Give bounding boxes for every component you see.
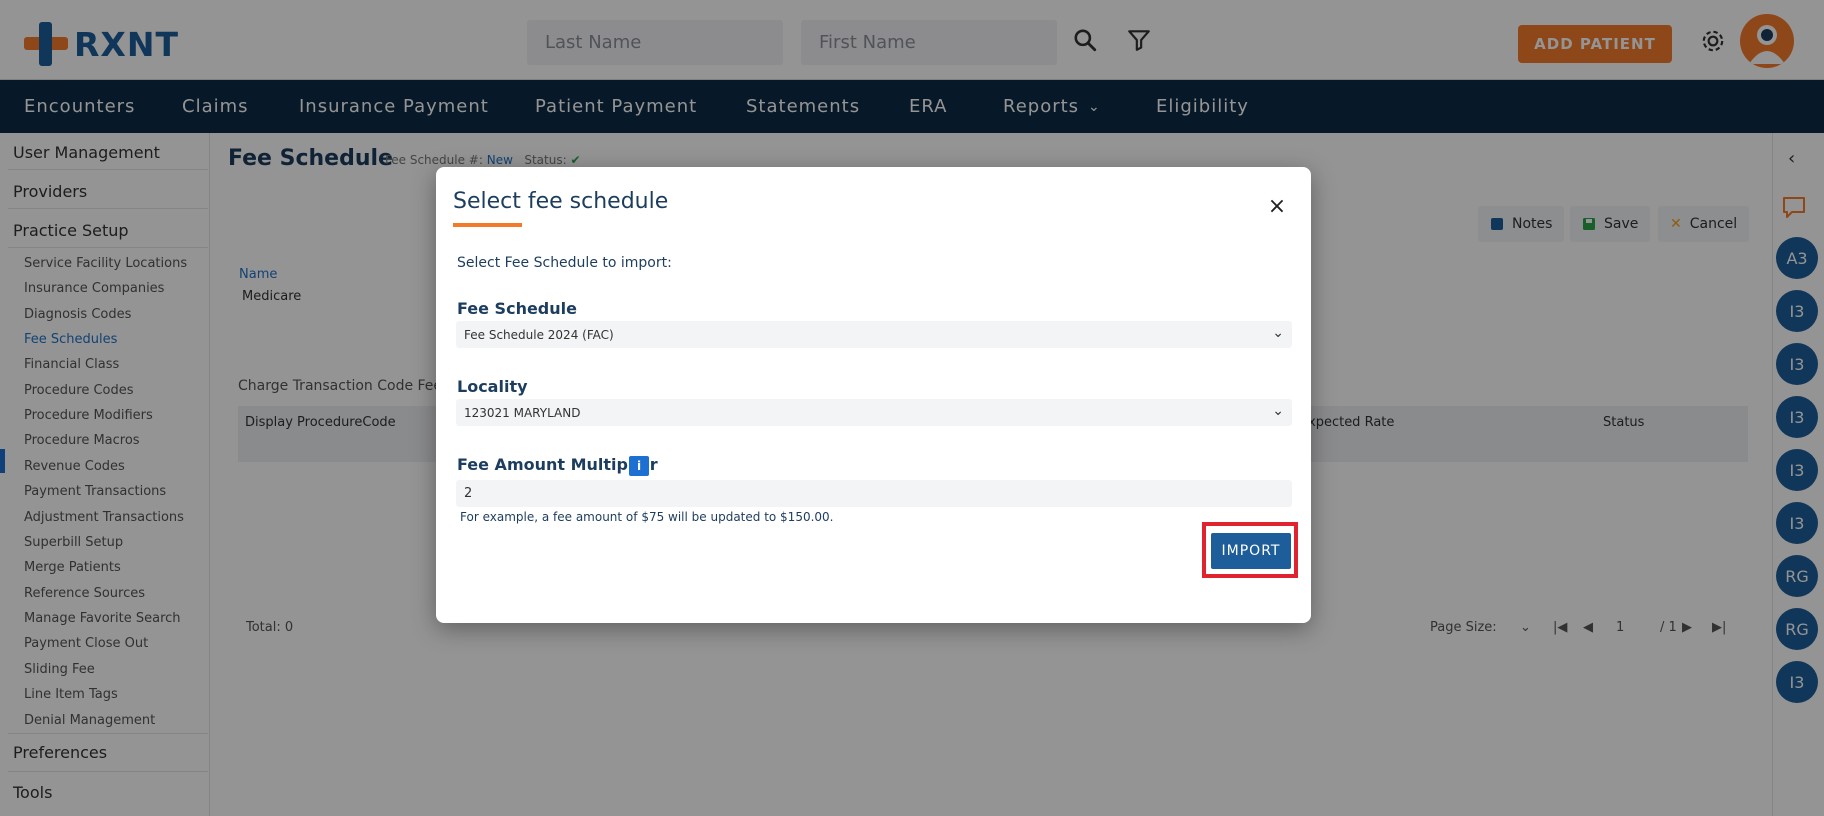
modal-title: Select fee schedule xyxy=(453,189,669,214)
chevron-down-icon: ⌄ xyxy=(1272,403,1284,419)
fee-amount-multiplier-input[interactable] xyxy=(456,480,1292,507)
fee-schedule-select[interactable]: Fee Schedule 2024 (FAC) ⌄ xyxy=(456,321,1292,348)
locality-selected-value: 123021 MARYLAND xyxy=(464,405,581,420)
chevron-down-icon: ⌄ xyxy=(1272,325,1284,341)
modal-subtitle: Select Fee Schedule to import: xyxy=(457,255,672,271)
info-icon[interactable]: i xyxy=(629,456,649,476)
fee-schedule-selected-value: Fee Schedule 2024 (FAC) xyxy=(464,327,614,342)
locality-select[interactable]: 123021 MARYLAND ⌄ xyxy=(456,399,1292,426)
multiplier-hint: For example, a fee amount of $75 will be… xyxy=(460,510,834,524)
import-button[interactable]: IMPORT xyxy=(1211,533,1291,569)
select-fee-schedule-modal: Select fee schedule × Select Fee Schedul… xyxy=(436,167,1311,623)
fee-amount-multiplier-label: Fee Amount Multiplier xyxy=(457,455,658,474)
locality-label: Locality xyxy=(457,377,528,396)
fee-schedule-label: Fee Schedule xyxy=(457,299,577,318)
close-icon[interactable]: × xyxy=(1262,191,1292,221)
modal-title-underline xyxy=(453,223,522,227)
